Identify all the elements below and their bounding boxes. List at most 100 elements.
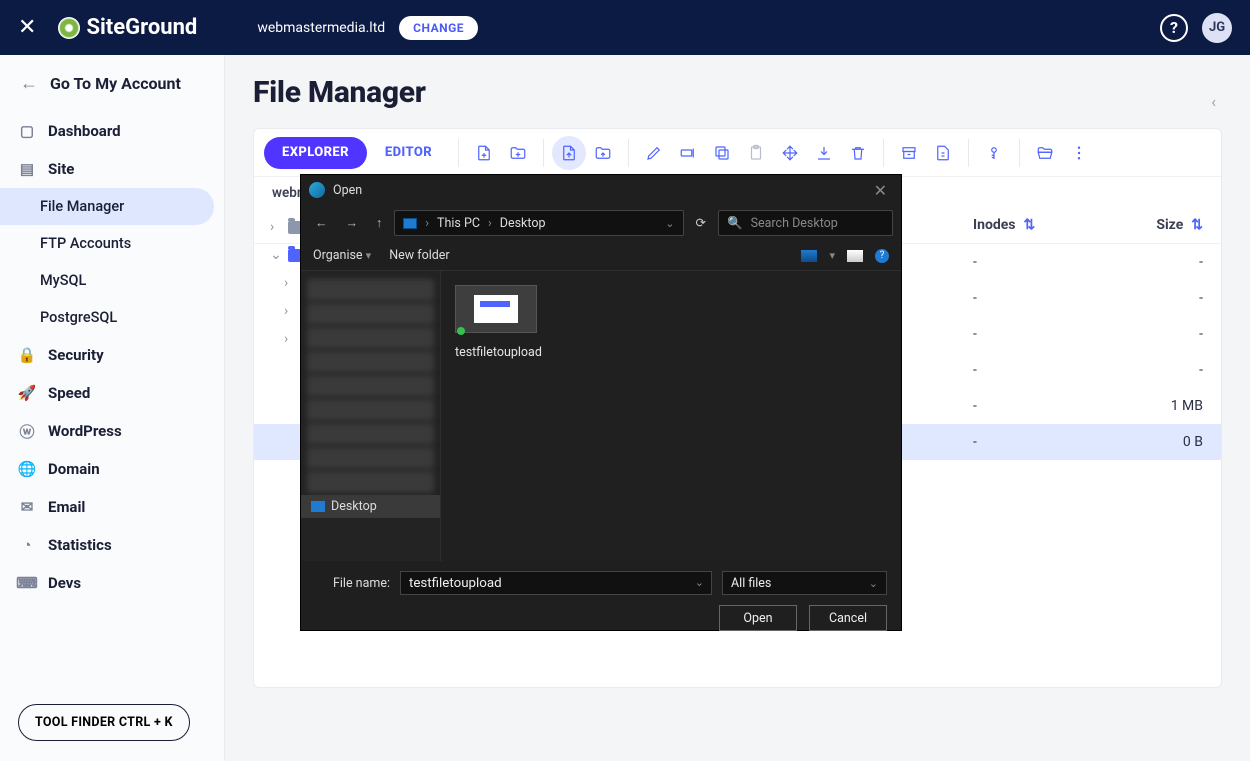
page-title: File Manager (253, 75, 426, 110)
sidebar-item-email[interactable]: ✉ Email (0, 488, 224, 526)
sidebar-item[interactable] (307, 303, 434, 325)
close-icon[interactable]: ✕ (868, 181, 893, 200)
sidebar-item[interactable] (307, 423, 434, 445)
divider (1019, 139, 1020, 167)
sidebar-item-wordpress[interactable]: ⓦ WordPress (0, 412, 224, 450)
sidebar-item[interactable] (307, 327, 434, 349)
go-to-account-label: Go To My Account (50, 74, 181, 93)
sidebar-item-ftp[interactable]: FTP Accounts (0, 225, 224, 262)
archive-icon[interactable] (892, 136, 926, 170)
up-icon[interactable]: ↑ (370, 212, 388, 235)
cancel-button[interactable]: Cancel (809, 605, 887, 631)
chevron-down-icon: ⌄ (869, 577, 878, 590)
sidebar-item-label: Desktop (331, 499, 377, 514)
chevron-down-icon[interactable]: ⌄ (695, 576, 704, 589)
avatar[interactable]: JG (1202, 13, 1232, 43)
close-icon[interactable]: ✕ (18, 15, 36, 40)
chevron-right-icon: › (425, 216, 429, 231)
col-size[interactable]: Size⇅ (1113, 217, 1203, 233)
sidebar-item-postgres[interactable]: PostgreSQL (0, 299, 224, 336)
help-icon[interactable]: ? (875, 249, 889, 263)
tool-finder-button[interactable]: TOOL FINDER CTRL + K (18, 704, 190, 741)
path-segment[interactable]: This PC (437, 216, 480, 231)
dialog-titlebar[interactable]: Open ✕ (301, 175, 901, 205)
new-folder-button[interactable]: New folder (389, 248, 449, 263)
paste-icon[interactable] (739, 136, 773, 170)
app-icon (309, 182, 325, 198)
sidebar-item-dashboard[interactable]: ▢ Dashboard (0, 112, 224, 150)
organise-menu[interactable]: Organise ▾ (313, 248, 371, 263)
sidebar-item-label: PostgreSQL (40, 309, 117, 326)
sidebar-item-speed[interactable]: 🚀 Speed (0, 374, 224, 412)
divider (458, 139, 459, 167)
refresh-icon[interactable]: ⟳ (690, 211, 712, 235)
logo[interactable]: SiteGround (58, 15, 197, 40)
filename-input[interactable] (400, 571, 712, 595)
dialog-sidebar[interactable]: Desktop (301, 271, 441, 561)
globe-icon: 🌐 (18, 460, 36, 478)
col-inodes[interactable]: Inodes⇅ (973, 217, 1113, 233)
sort-icon: ⇅ (1191, 217, 1203, 233)
back-icon[interactable]: ← (309, 212, 334, 235)
tab-editor[interactable]: EDITOR (367, 137, 450, 169)
rename-icon[interactable] (671, 136, 705, 170)
tab-explorer[interactable]: EXPLORER (264, 137, 367, 169)
upload-file-icon[interactable] (552, 136, 586, 170)
divider (883, 139, 884, 167)
sidebar-item[interactable] (307, 351, 434, 373)
address-bar[interactable]: › This PC › Desktop ⌄ (394, 210, 683, 236)
delete-icon[interactable] (841, 136, 875, 170)
sidebar-item-devs[interactable]: ⌨ Devs (0, 564, 224, 602)
domain-label: webmastermedia.ltd (257, 20, 385, 36)
forward-icon[interactable]: → (340, 212, 365, 235)
sidebar-item[interactable] (307, 471, 434, 493)
path-segment[interactable]: Desktop (500, 216, 546, 231)
dialog-nav: ← → ↑ › This PC › Desktop ⌄ ⟳ 🔍 Search D… (301, 205, 901, 241)
filter-label: All files (731, 576, 771, 591)
upload-folder-icon[interactable] (586, 136, 620, 170)
go-to-account-link[interactable]: ← Go To My Account (0, 73, 224, 112)
edit-icon[interactable] (637, 136, 671, 170)
sidebar-item-desktop[interactable]: Desktop (301, 495, 440, 518)
sidebar-item-site[interactable]: ▤ Site (0, 150, 224, 188)
sidebar-item-label: Security (48, 346, 104, 364)
view-icon[interactable] (801, 250, 817, 262)
sidebar-item[interactable] (307, 279, 434, 301)
open-button[interactable]: Open (719, 605, 797, 631)
file-thumbnail[interactable]: testfiletoupload (455, 285, 537, 360)
sidebar-item[interactable] (307, 375, 434, 397)
sidebar-item[interactable] (307, 447, 434, 469)
permissions-icon[interactable] (977, 136, 1011, 170)
help-icon[interactable]: ? (1160, 14, 1188, 42)
logo-icon (58, 17, 80, 39)
chevron-down-icon[interactable]: ⌄ (665, 217, 674, 230)
change-button[interactable]: CHANGE (399, 16, 478, 40)
sidebar-item-security[interactable]: 🔒 Security (0, 336, 224, 374)
new-folder-icon[interactable] (501, 136, 535, 170)
new-file-icon[interactable] (467, 136, 501, 170)
sidebar-item-statistics[interactable]: ◔ Statistics (0, 526, 224, 564)
clock-icon: ◔ (18, 536, 36, 554)
sidebar-item-domain[interactable]: 🌐 Domain (0, 450, 224, 488)
desktop-icon (311, 501, 325, 512)
dialog-content[interactable]: testfiletoupload (441, 271, 901, 561)
preview-icon[interactable] (847, 250, 863, 262)
sort-icon: ⇅ (1023, 217, 1035, 233)
sidebar-item-mysql[interactable]: MySQL (0, 262, 224, 299)
extract-icon[interactable] (926, 136, 960, 170)
sidebar-item-file-manager[interactable]: File Manager (0, 188, 214, 225)
sidebar-item[interactable] (307, 399, 434, 421)
more-icon[interactable] (1062, 136, 1096, 170)
sidebar-item-label: Dashboard (48, 122, 121, 140)
search-icon: 🔍 (727, 216, 743, 231)
chevron-down-icon[interactable]: ▾ (829, 249, 835, 262)
file-type-filter[interactable]: All files ⌄ (722, 571, 887, 595)
download-icon[interactable] (807, 136, 841, 170)
chevron-left-icon[interactable]: ‹ (1211, 92, 1216, 111)
open-folder-icon[interactable] (1028, 136, 1062, 170)
move-icon[interactable] (773, 136, 807, 170)
filename-label: File name: (315, 576, 390, 591)
copy-icon[interactable] (705, 136, 739, 170)
rocket-icon: 🚀 (18, 384, 36, 402)
search-input[interactable]: 🔍 Search Desktop (718, 210, 893, 236)
